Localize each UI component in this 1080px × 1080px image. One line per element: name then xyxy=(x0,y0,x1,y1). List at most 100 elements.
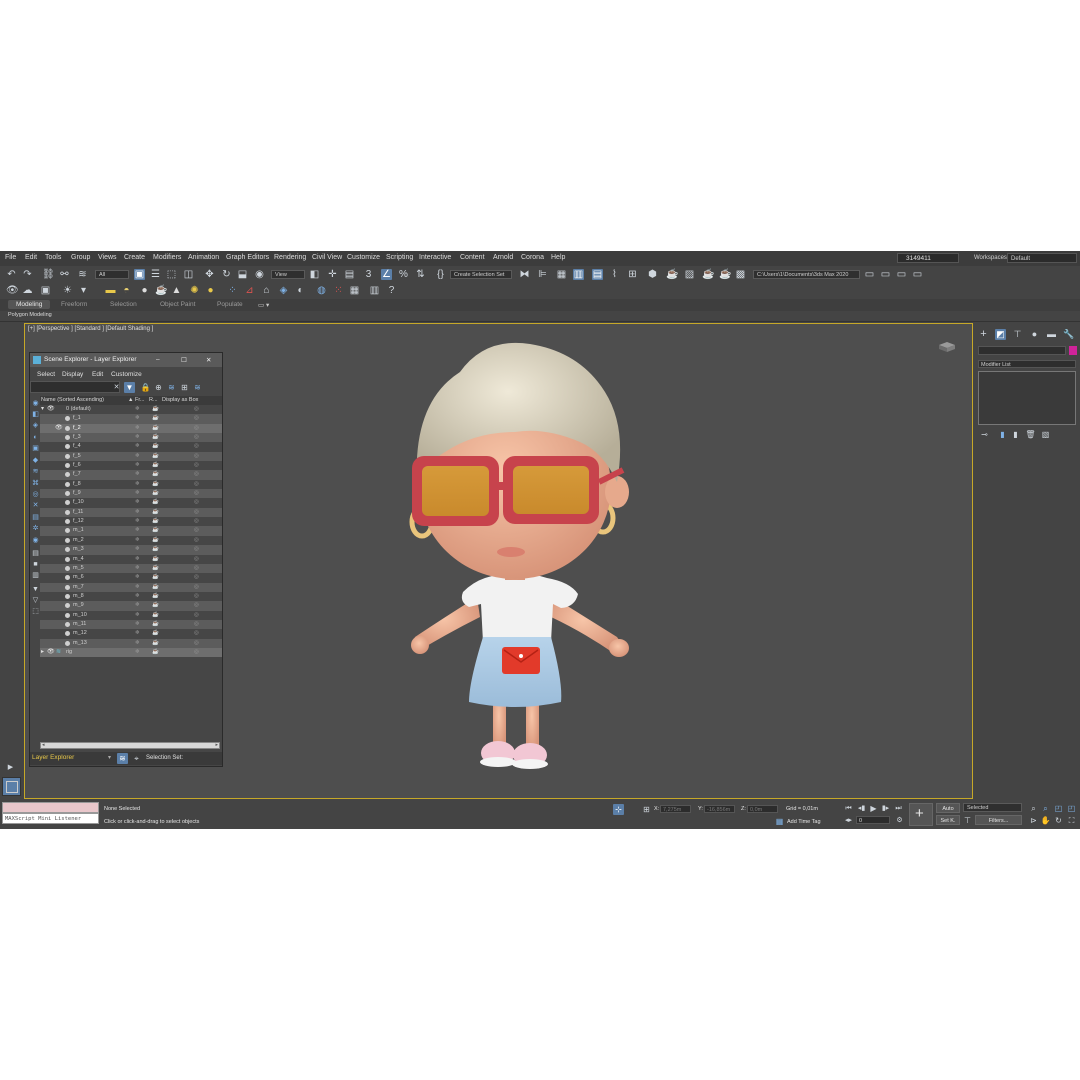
show-end-result-icon[interactable]: ▮ xyxy=(997,429,1008,440)
display-as-box-icon[interactable]: ◎ xyxy=(194,442,199,451)
render-in-cloud-icon[interactable]: ▩ xyxy=(735,269,746,280)
layer-row[interactable]: m_3 ❄ ☕ ◎ xyxy=(40,545,222,555)
add-time-tag[interactable]: Add Time Tag xyxy=(787,819,821,825)
menu-content[interactable]: Content xyxy=(460,254,485,261)
menu-edit[interactable]: Edit xyxy=(25,254,37,261)
display-as-box-icon[interactable]: ◎ xyxy=(194,517,199,526)
color-icon[interactable]: ⁙ xyxy=(333,285,344,296)
viewport-label[interactable]: [+] [Perspective ] [Standard ] [Default … xyxy=(28,326,153,332)
make-unique-icon[interactable]: ▮ xyxy=(1010,429,1021,440)
freeze-toggle-icon[interactable]: ❄ xyxy=(135,414,140,423)
render-toggle-icon[interactable]: ☕ xyxy=(152,405,159,414)
layer-row[interactable]: f_7 ❄ ☕ ◎ xyxy=(40,470,222,480)
maxscript-listener-input[interactable]: MAXScript Mini Listener xyxy=(2,813,99,824)
rectangular-selection-icon[interactable]: ⬚ xyxy=(166,269,177,280)
filter-icon[interactable]: ▼ xyxy=(124,382,135,393)
freeze-toggle-icon[interactable]: ❄ xyxy=(135,470,140,479)
display-as-box-icon[interactable]: ◎ xyxy=(194,629,199,638)
display-as-box-icon[interactable]: ◎ xyxy=(194,508,199,517)
display-as-box-icon[interactable]: ◎ xyxy=(194,470,199,479)
display-as-box-icon[interactable]: ◎ xyxy=(194,433,199,442)
play-icon[interactable]: ▶ xyxy=(868,803,879,814)
render-toggle-icon[interactable]: ☕ xyxy=(152,442,159,451)
open-folder-icon[interactable]: ▭ xyxy=(896,269,907,280)
menu-civil-view[interactable]: Civil View xyxy=(312,254,342,261)
display-as-box-icon[interactable]: ◎ xyxy=(194,424,199,433)
render-toggle-icon[interactable]: ☕ xyxy=(152,611,159,620)
view-icon[interactable]: 👁 xyxy=(6,285,19,296)
visibility-eye-icon[interactable]: 👁 xyxy=(55,424,63,433)
scene-explorer-search-input[interactable] xyxy=(30,381,120,393)
go-to-start-icon[interactable]: ⏮ xyxy=(843,803,854,814)
converter-icon[interactable]: ◍ xyxy=(316,285,327,296)
orbit-icon[interactable]: ↻ xyxy=(1053,815,1064,826)
render-toggle-icon[interactable]: ☕ xyxy=(152,629,159,638)
render-toggle-icon[interactable]: ☕ xyxy=(152,583,159,592)
menu-modifiers[interactable]: Modifiers xyxy=(153,254,181,261)
time-config-icon[interactable]: ⚙ xyxy=(894,815,905,826)
percent-snap-icon[interactable]: % xyxy=(398,269,409,280)
display-as-box-icon[interactable]: ◎ xyxy=(194,620,199,629)
freeze-toggle-icon[interactable]: ❄ xyxy=(135,564,140,573)
layer-row[interactable]: f_3 ❄ ☕ ◎ xyxy=(40,433,222,443)
col-render[interactable]: R... xyxy=(149,397,158,403)
render-toggle-icon[interactable]: ☕ xyxy=(152,489,159,498)
window-crossing-icon[interactable]: ◫ xyxy=(183,269,194,280)
light-bulb-icon[interactable]: ● xyxy=(205,285,216,296)
redo-icon[interactable]: ↷ xyxy=(22,269,33,280)
zoom-all-icon[interactable]: ⌕ xyxy=(1040,803,1051,814)
freeze-toggle-icon[interactable]: ❄ xyxy=(135,433,140,442)
key-filter-dropdown[interactable]: Selected xyxy=(963,803,1022,812)
mirror-icon[interactable]: ⧓ xyxy=(519,269,530,280)
display-as-box-icon[interactable]: ◎ xyxy=(194,480,199,489)
display-as-box-icon[interactable]: ◎ xyxy=(194,573,199,582)
layer-row[interactable]: ▾ 👁 0 (default) ❄ ☕ ◎ xyxy=(40,405,222,414)
render-setup-icon[interactable]: ☕ xyxy=(666,269,678,280)
freeze-toggle-icon[interactable]: ❄ xyxy=(135,648,140,657)
log-icon[interactable]: ▥ xyxy=(369,285,380,296)
character-model[interactable] xyxy=(365,332,665,777)
maximize-icon[interactable]: ☐ xyxy=(181,356,187,364)
menu-views[interactable]: Views xyxy=(98,254,117,261)
key-mode-icon[interactable]: ◂▸ xyxy=(843,815,854,826)
auto-key-button[interactable]: Auto xyxy=(936,803,960,813)
layer-row[interactable]: ▸ 👁 ≋ rig ❄ ☕ ◎ xyxy=(40,647,222,658)
explorer-mode-arrow-icon[interactable]: ▾ xyxy=(108,754,111,761)
render-toggle-icon[interactable]: ☕ xyxy=(152,639,159,648)
layer-row[interactable]: 👁 f_2 ❄ ☕ ◎ xyxy=(40,423,222,434)
freeze-toggle-icon[interactable]: ❄ xyxy=(135,620,140,629)
freeze-toggle-icon[interactable]: ❄ xyxy=(135,489,140,498)
display-as-box-icon[interactable]: ◎ xyxy=(194,452,199,461)
freeze-toggle-icon[interactable]: ❄ xyxy=(135,573,140,582)
hierarchy-mode-icon[interactable]: ⌖ xyxy=(131,753,142,764)
render-iterative-icon[interactable]: ☕ xyxy=(719,269,731,280)
utilities-tab-icon[interactable]: 🔧 xyxy=(1063,329,1074,340)
render-toggle-icon[interactable]: ☕ xyxy=(152,517,159,526)
render-toggle-icon[interactable]: ☕ xyxy=(152,555,159,564)
rendered-frame-window-icon[interactable]: ▨ xyxy=(684,269,695,280)
freeze-toggle-icon[interactable]: ❄ xyxy=(135,517,140,526)
se-menu-edit[interactable]: Edit xyxy=(92,371,103,378)
col-name[interactable]: Name (Sorted Ascending) xyxy=(41,397,104,403)
maximize-viewport-icon[interactable]: ⛶ xyxy=(1066,815,1077,826)
lister-icon[interactable]: ▦ xyxy=(349,285,360,296)
camera-icon[interactable]: ⌂ xyxy=(261,285,272,296)
layer-row[interactable]: m_1 ❄ ☕ ◎ xyxy=(40,526,222,536)
pan-icon[interactable]: ✋ xyxy=(1040,815,1051,826)
set-key-mode-button[interactable]: Set K. xyxy=(936,815,960,825)
display-as-box-icon[interactable]: ◎ xyxy=(194,489,199,498)
select-object-icon[interactable]: ▣ xyxy=(134,269,145,280)
current-frame-field[interactable]: 0 xyxy=(856,816,890,824)
render-toggle-icon[interactable]: ☕ xyxy=(152,461,159,470)
freeze-toggle-icon[interactable]: ❄ xyxy=(135,498,140,507)
col-frozen[interactable]: ▲ Fr... xyxy=(128,397,144,403)
display-as-box-icon[interactable]: ◎ xyxy=(194,545,199,554)
menu-create[interactable]: Create xyxy=(124,254,145,261)
configure-sets-icon[interactable]: ▧ xyxy=(1040,429,1051,440)
layer-row[interactable]: f_5 ❄ ☕ ◎ xyxy=(40,451,222,462)
freeze-toggle-icon[interactable]: ❄ xyxy=(135,629,140,638)
go-to-end-icon[interactable]: ⏭ xyxy=(893,803,904,814)
render-toggle-icon[interactable]: ☕ xyxy=(152,470,159,479)
zoom-extents-all-icon[interactable]: ◰ xyxy=(1066,803,1077,814)
layer-row[interactable]: f_4 ❄ ☕ ◎ xyxy=(40,442,222,451)
